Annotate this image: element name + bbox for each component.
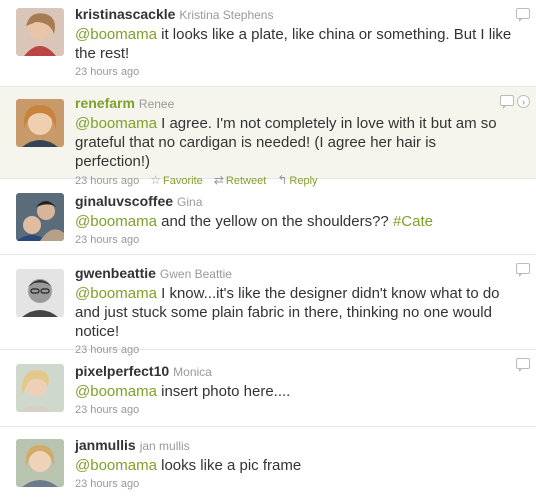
screen-name[interactable]: renefarm: [75, 95, 135, 111]
tweet-item[interactable]: kristinascackle Kristina Stephens @boomam…: [0, 0, 536, 87]
speech-bubble-icon[interactable]: [516, 263, 530, 277]
tweet-body: and the yellow on the shoulders??: [156, 213, 393, 230]
tweet-text: @boomama insert photo here....: [75, 382, 514, 401]
mention-link[interactable]: @boomama: [75, 285, 157, 302]
speech-bubble-icon[interactable]: [516, 8, 530, 22]
speech-bubble-icon[interactable]: [516, 358, 530, 372]
real-name: Renee: [138, 97, 175, 111]
tweet-item[interactable]: janmullis jan mullis @boomama looks like …: [0, 427, 536, 501]
tweet-item[interactable]: pixelperfect10 Monica @boomama insert pho…: [0, 350, 536, 427]
real-name: Gwen Beattie: [159, 267, 232, 281]
avatar[interactable]: [16, 439, 64, 487]
tweet-item[interactable]: gwenbeattie Gwen Beattie @boomama I know.…: [0, 255, 536, 356]
tweet-text: @boomama I know...it's like the designer…: [75, 284, 514, 341]
tweet-body: insert photo here....: [156, 383, 291, 400]
screen-name[interactable]: ginaluvscoffee: [75, 193, 173, 209]
real-name: jan mullis: [139, 439, 190, 453]
tweet-text: @boomama looks like a pic frame: [75, 456, 514, 475]
avatar[interactable]: [16, 364, 64, 412]
mention-link[interactable]: @boomama: [75, 457, 157, 474]
tweet-body: looks like a pic frame: [156, 457, 302, 474]
screen-name[interactable]: pixelperfect10: [75, 363, 169, 379]
avatar[interactable]: [16, 99, 64, 147]
avatar[interactable]: [16, 193, 64, 241]
tweet-text: @boomama I agree. I'm not completely in …: [75, 114, 514, 171]
timestamp[interactable]: 23 hours ago: [75, 234, 139, 246]
chevron-right-circle-icon[interactable]: ›: [517, 95, 530, 108]
tweet-text: @boomama it looks like a plate, like chi…: [75, 25, 514, 63]
hashtag-link[interactable]: #Cate: [393, 213, 433, 230]
mention-link[interactable]: @boomama: [75, 213, 157, 230]
avatar[interactable]: [16, 8, 64, 56]
screen-name[interactable]: janmullis: [75, 437, 136, 453]
mention-link[interactable]: @boomama: [75, 26, 157, 43]
real-name: Monica: [173, 365, 212, 379]
tweet-text: @boomama and the yellow on the shoulders…: [75, 212, 514, 231]
tweet-timeline: kristinascackle Kristina Stephens @boomam…: [0, 0, 536, 501]
real-name: Kristina Stephens: [179, 8, 274, 22]
mention-link[interactable]: @boomama: [75, 115, 157, 132]
real-name: Gina: [177, 195, 203, 209]
speech-bubble-icon[interactable]: [500, 95, 514, 109]
avatar[interactable]: [16, 269, 64, 317]
tweet-item[interactable]: ginaluvscoffee Gina @boomama and the yell…: [0, 179, 536, 255]
timestamp[interactable]: 23 hours ago: [75, 404, 139, 416]
timestamp[interactable]: 23 hours ago: [75, 478, 139, 490]
mention-link[interactable]: @boomama: [75, 383, 157, 400]
tweet-item[interactable]: renefarm Renee @boomama I agree. I'm not …: [0, 87, 536, 187]
screen-name[interactable]: kristinascackle: [75, 6, 175, 22]
screen-name[interactable]: gwenbeattie: [75, 265, 156, 281]
timestamp[interactable]: 23 hours ago: [75, 66, 139, 78]
